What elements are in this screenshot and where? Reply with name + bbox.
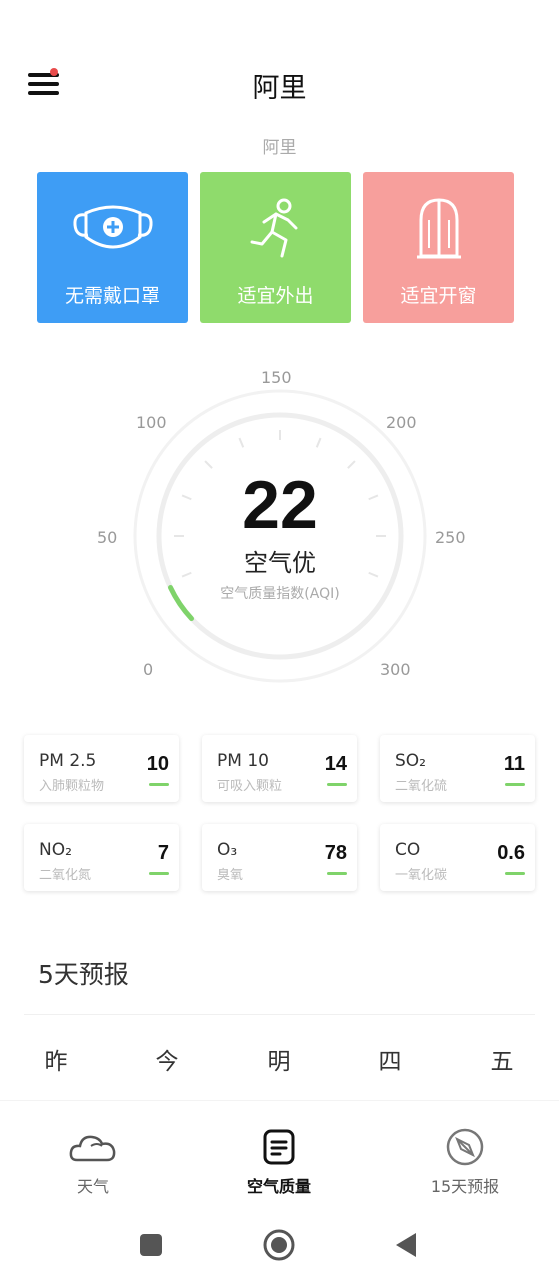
page-title: 阿里: [252, 73, 307, 104]
scale-label: 100: [136, 413, 167, 432]
tip-card-mask[interactable]: 无需戴口罩: [37, 172, 188, 323]
pollutant-value: 11: [503, 753, 525, 775]
scale-label: 0: [143, 660, 154, 679]
compass-icon: [372, 1127, 558, 1167]
nav-label: 空气质量: [246, 1177, 311, 1196]
cloud-icon: [0, 1127, 186, 1167]
mask-icon: [37, 198, 188, 260]
forecast-day[interactable]: 四: [360, 1042, 420, 1076]
tip-label: 适宜外出: [237, 285, 314, 307]
pollutant-value: 7: [157, 842, 169, 864]
forecast-days: 昨 今 明 四 五: [0, 1042, 559, 1082]
pollutant-desc: 臭氧: [217, 868, 244, 883]
nav-weather[interactable]: 天气: [0, 1101, 186, 1206]
pollutant-value: 10: [146, 753, 169, 775]
pollutant-card-so2[interactable]: SO₂ 二氧化硫 11: [380, 735, 535, 802]
pollutant-name: PM 10: [217, 751, 269, 771]
tip-label: 无需戴口罩: [64, 285, 160, 307]
tip-label: 适宜开窗: [400, 285, 477, 307]
tip-card-outdoor[interactable]: 适宜外出: [200, 172, 351, 323]
level-indicator: [327, 872, 347, 875]
pollutant-card-co[interactable]: CO 一氧化碳 0.6: [380, 824, 535, 891]
pollutant-desc: 可吸入颗粒: [217, 779, 283, 794]
pollutant-desc: 入肺颗粒物: [39, 779, 105, 794]
location-subtitle: 阿里: [262, 138, 297, 158]
forecast-title: 5天预报: [38, 960, 129, 989]
aqi-value: 22: [242, 467, 318, 543]
aqi-caption: 空气质量指数(AQI): [220, 586, 340, 602]
level-indicator: [149, 783, 169, 786]
advice-cards: 无需戴口罩 适宜外出 适宜开窗: [37, 172, 514, 323]
running-person-icon: [200, 198, 351, 260]
level-indicator: [505, 872, 525, 875]
divider: [24, 1014, 535, 1015]
nav-air-quality[interactable]: 空气质量: [186, 1101, 372, 1206]
back-icon[interactable]: [389, 1228, 423, 1262]
nav-label: 15天预报: [430, 1177, 500, 1196]
pollutant-desc: 一氧化碳: [395, 868, 448, 883]
system-navigation-bar: [0, 1208, 559, 1280]
aqi-status: 空气优: [244, 549, 316, 577]
forecast-day[interactable]: 五: [472, 1042, 532, 1076]
pollutant-value: 0.6: [497, 842, 525, 864]
pollutant-value: 14: [324, 753, 347, 775]
pollutant-name: NO₂: [39, 840, 72, 860]
pollutant-value: 78: [324, 842, 347, 864]
tip-card-window[interactable]: 适宜开窗: [363, 172, 514, 323]
pollutant-name: PM 2.5: [39, 751, 97, 771]
level-indicator: [505, 783, 525, 786]
forecast-day[interactable]: 明: [249, 1042, 309, 1076]
forecast-day[interactable]: 今: [137, 1042, 197, 1076]
pollutant-name: SO₂: [395, 751, 426, 771]
forecast-day[interactable]: 昨: [26, 1042, 86, 1076]
app-header: 阿里 阿里: [0, 0, 559, 158]
aqi-gauge: 0 50 100 150 200 250 300 22 空气优 空气质量指数(A…: [80, 360, 480, 700]
pollutant-name: CO: [395, 840, 421, 860]
scale-label: 150: [261, 368, 292, 387]
bottom-navigation: 天气 空气质量 15天预报: [0, 1100, 559, 1205]
level-indicator: [327, 783, 347, 786]
document-icon: [186, 1127, 372, 1167]
recent-apps-icon[interactable]: [134, 1228, 168, 1262]
nav-label: 天气: [76, 1177, 109, 1196]
home-icon[interactable]: [262, 1228, 296, 1262]
window-icon: [363, 198, 514, 260]
pollutant-desc: 二氧化氮: [39, 868, 92, 883]
pollutant-card-pm25[interactable]: PM 2.5 入肺颗粒物 10: [24, 735, 179, 802]
level-indicator: [149, 872, 169, 875]
pollutant-card-no2[interactable]: NO₂ 二氧化氮 7: [24, 824, 179, 891]
nav-15day-forecast[interactable]: 15天预报: [372, 1101, 558, 1206]
scale-label: 200: [386, 413, 417, 432]
pollutant-desc: 二氧化硫: [395, 779, 448, 794]
scale-label: 300: [380, 660, 411, 679]
pollutant-card-o3[interactable]: O₃ 臭氧 78: [202, 824, 357, 891]
pollutant-card-pm10[interactable]: PM 10 可吸入颗粒 14: [202, 735, 357, 802]
pollutant-name: O₃: [217, 840, 238, 860]
